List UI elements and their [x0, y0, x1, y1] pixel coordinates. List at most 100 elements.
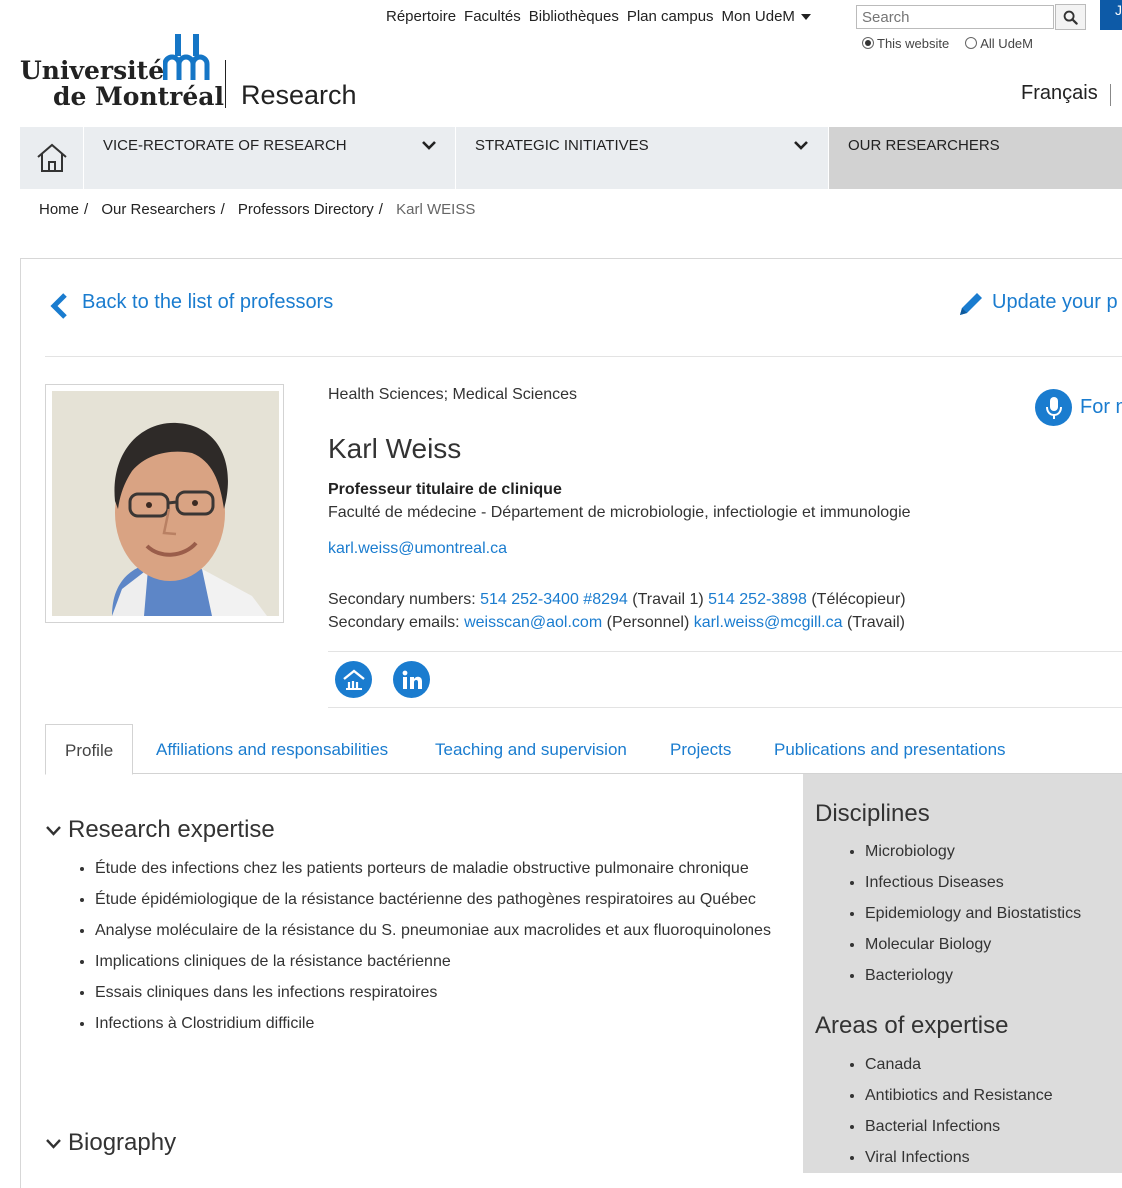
biography-heading: Biography: [68, 1129, 177, 1156]
secondary-emails: Secondary emails: weisscan@aol.com (Pers…: [328, 614, 905, 632]
tab-profile[interactable]: Profile: [45, 724, 134, 775]
home-hands-icon: [342, 668, 365, 690]
linkedin-link[interactable]: [393, 661, 430, 698]
chevron-down-icon: [794, 141, 808, 150]
portrait-image: [52, 391, 279, 616]
tab-teaching[interactable]: Teaching and supervision: [435, 724, 627, 774]
breadcrumb-home[interactable]: Home: [39, 201, 79, 218]
utility-nav: Répertoire Facultés Bibliothèques Plan c…: [386, 8, 811, 25]
secondary-email-note-2: (Travail): [846, 614, 906, 631]
breadcrumb-separator: /: [220, 201, 225, 218]
research-expertise-toggle[interactable]: Research expertise: [45, 816, 275, 844]
divider: [328, 651, 1122, 652]
radio-all-udem-label: All UdeM: [980, 36, 1033, 51]
logo-line-2: de Montréal: [53, 82, 224, 111]
list-item: Étude des infections chez les patients p…: [95, 857, 785, 880]
radio-this-website[interactable]: This website: [862, 36, 949, 51]
breadcrumb-separator: /: [378, 201, 383, 218]
list-item: Canada: [865, 1053, 1053, 1076]
tab-projects[interactable]: Projects: [670, 724, 731, 774]
areas-of-expertise-list: Canada Antibiotics and Resistance Bacter…: [845, 1053, 1053, 1177]
tab-teaching-label: Teaching and supervision: [435, 740, 627, 759]
professor-faculty: Faculté de médecine - Département de mic…: [328, 504, 911, 521]
breadcrumb-our-researchers[interactable]: Our Researchers: [101, 201, 215, 218]
breadcrumb-professors-directory[interactable]: Professors Directory: [238, 201, 374, 218]
edge-button[interactable]: Je: [1100, 0, 1122, 30]
caret-down-icon: [800, 14, 811, 21]
chevron-left-icon: [50, 293, 67, 319]
mon-udem-label: Mon UdeM: [721, 8, 795, 25]
microphone-icon: [1045, 396, 1062, 419]
tab-publications-label: Publications and presentations: [774, 740, 1006, 759]
back-to-list-link[interactable]: Back to the list of professors: [82, 291, 333, 314]
nav-our-researchers[interactable]: OUR RESEARCHERS: [829, 127, 1122, 189]
phone-link-2[interactable]: 514 252-3898: [708, 591, 807, 608]
list-item: Analyse moléculaire de la résistance du …: [95, 919, 785, 942]
list-item: Implications cliniques de la résistance …: [95, 950, 785, 973]
secondary-email-link-1[interactable]: weisscan@aol.com: [464, 614, 602, 631]
discipline-line: Health Sciences; Medical Sciences: [328, 386, 578, 403]
site-section-title[interactable]: Research: [241, 80, 357, 111]
secondary-email-link-2[interactable]: karl.weiss@mcgill.ca: [694, 614, 843, 631]
profile-photo: [45, 384, 284, 623]
research-expertise-list: Étude des infections chez les patients p…: [75, 857, 785, 1043]
divider: [328, 707, 1122, 708]
logo-line-1: Université: [20, 56, 165, 85]
nav-strategic-initiatives[interactable]: STRATEGIC INITIATIVES: [457, 127, 829, 189]
search-input[interactable]: [856, 5, 1054, 29]
list-item: Infectious Diseases: [865, 871, 1081, 894]
tab-publications[interactable]: Publications and presentations: [774, 724, 1006, 774]
biography-toggle[interactable]: Biography: [45, 1129, 176, 1157]
list-item: Étude épidémiologique de la résistance b…: [95, 888, 785, 911]
primary-email-link[interactable]: karl.weiss@umontreal.ca: [328, 540, 507, 558]
tab-profile-label: Profile: [65, 741, 114, 760]
search-button[interactable]: [1055, 4, 1086, 30]
tab-projects-label: Projects: [670, 740, 732, 759]
main-nav: VICE-RECTORATE OF RESEARCH STRATEGIC INI…: [20, 127, 1122, 189]
breadcrumb: Home / Our Researchers / Professors Direct…: [39, 201, 475, 218]
list-item: Viral Infections: [865, 1146, 1053, 1169]
chevron-down-icon: [46, 1139, 61, 1149]
utility-link-plan-campus[interactable]: Plan campus: [627, 8, 714, 25]
nav-vice-rectorate[interactable]: VICE-RECTORATE OF RESEARCH: [84, 127, 456, 189]
utility-link-bibliotheques[interactable]: Bibliothèques: [529, 8, 619, 25]
disciplines-list: Microbiology Infectious Diseases Epidemi…: [845, 840, 1081, 995]
phone-link-1[interactable]: 514 252-3400 #8294: [480, 591, 628, 608]
professor-name: Karl Weiss: [328, 433, 462, 464]
search-icon: [1063, 10, 1078, 25]
language-switch[interactable]: Français: [1021, 82, 1098, 105]
utility-link-facultes[interactable]: Facultés: [464, 8, 521, 25]
secondary-numbers: Secondary numbers: 514 252-3400 #8294 (T…: [328, 591, 906, 609]
website-link[interactable]: [335, 661, 372, 698]
home-button[interactable]: [20, 127, 84, 189]
nav-strategic-initiatives-label: STRATEGIC INITIATIVES: [475, 137, 649, 154]
pencil-icon: [960, 293, 982, 315]
udem-emblem-icon: [163, 34, 210, 80]
tab-affiliations[interactable]: Affiliations and responsabilities: [156, 724, 388, 774]
utility-link-mon-udem[interactable]: Mon UdeM: [722, 8, 811, 25]
language-divider: [1110, 84, 1111, 106]
linkedin-icon: [402, 670, 422, 689]
disciplines-heading: Disciplines: [815, 800, 930, 827]
list-item: Antibiotics and Resistance: [865, 1084, 1053, 1107]
divider: [45, 356, 1122, 357]
utility-link-repertoire[interactable]: Répertoire: [386, 8, 456, 25]
list-item: Essais cliniques dans les infections res…: [95, 981, 785, 1004]
list-item: Bacteriology: [865, 964, 1081, 987]
radio-all-udem[interactable]: All UdeM: [965, 36, 1033, 51]
nav-our-researchers-label: OUR RESEARCHERS: [848, 137, 1000, 154]
portrait-drawing: [52, 391, 279, 616]
search-scope: This website All UdeM: [862, 36, 1033, 51]
professor-title: Professeur titulaire de clinique: [328, 481, 562, 498]
nav-vice-rectorate-label: VICE-RECTORATE OF RESEARCH: [103, 137, 347, 154]
radio-unselected-icon: [965, 37, 978, 49]
areas-of-expertise-heading: Areas of expertise: [815, 1012, 1009, 1039]
update-profile-link[interactable]: Update your p: [992, 291, 1118, 314]
secondary-email-note-1: (Personnel): [606, 614, 690, 631]
tab-affiliations-label: Affiliations and responsabilities: [156, 740, 389, 759]
radio-this-website-label: This website: [877, 36, 950, 51]
media-contact-link[interactable]: For m: [1035, 389, 1122, 426]
list-item: Microbiology: [865, 840, 1081, 863]
phone-note-2: (Télécopieur): [811, 591, 906, 608]
secondary-emails-label: Secondary emails:: [328, 614, 460, 631]
